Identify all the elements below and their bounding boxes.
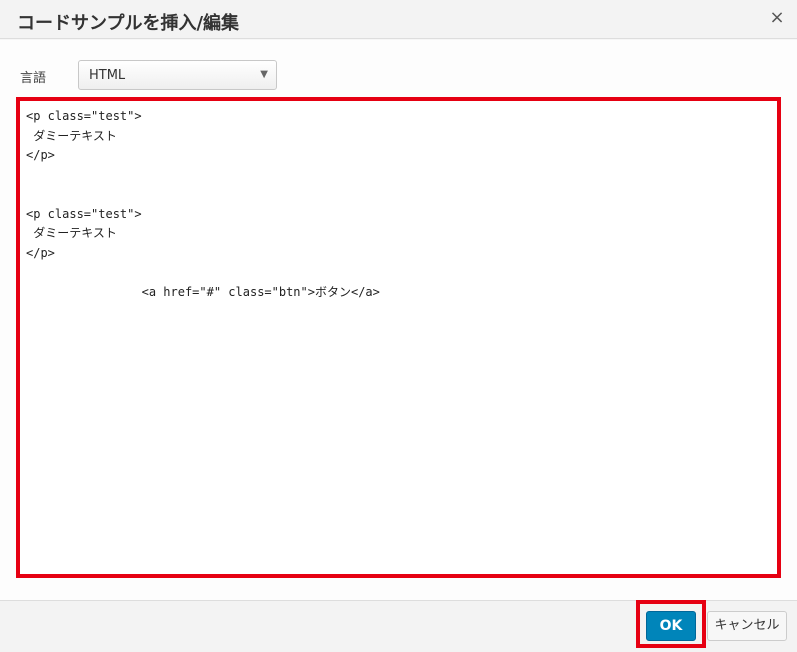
code-editor-highlight[interactable]: <p class="test"> ダミーテキスト </p> <p class="… [16, 97, 781, 578]
dialog-header: コードサンプルを挿入/編集 × [0, 0, 797, 39]
ok-button[interactable]: OK [646, 611, 696, 641]
language-select-value: HTML [89, 68, 126, 83]
language-select[interactable]: HTML ▼ [78, 60, 277, 90]
close-icon[interactable]: × [769, 9, 785, 27]
dialog-body: 言語 HTML ▼ <p class="test"> ダミーテキスト </p> … [0, 40, 797, 600]
chevron-down-icon: ▼ [260, 69, 268, 80]
language-label: 言語 [20, 71, 47, 86]
dialog-title: コードサンプルを挿入/編集 [17, 13, 240, 34]
code-textarea[interactable]: <p class="test"> ダミーテキスト </p> <p class="… [26, 107, 771, 568]
cancel-button[interactable]: キャンセル [707, 611, 787, 641]
